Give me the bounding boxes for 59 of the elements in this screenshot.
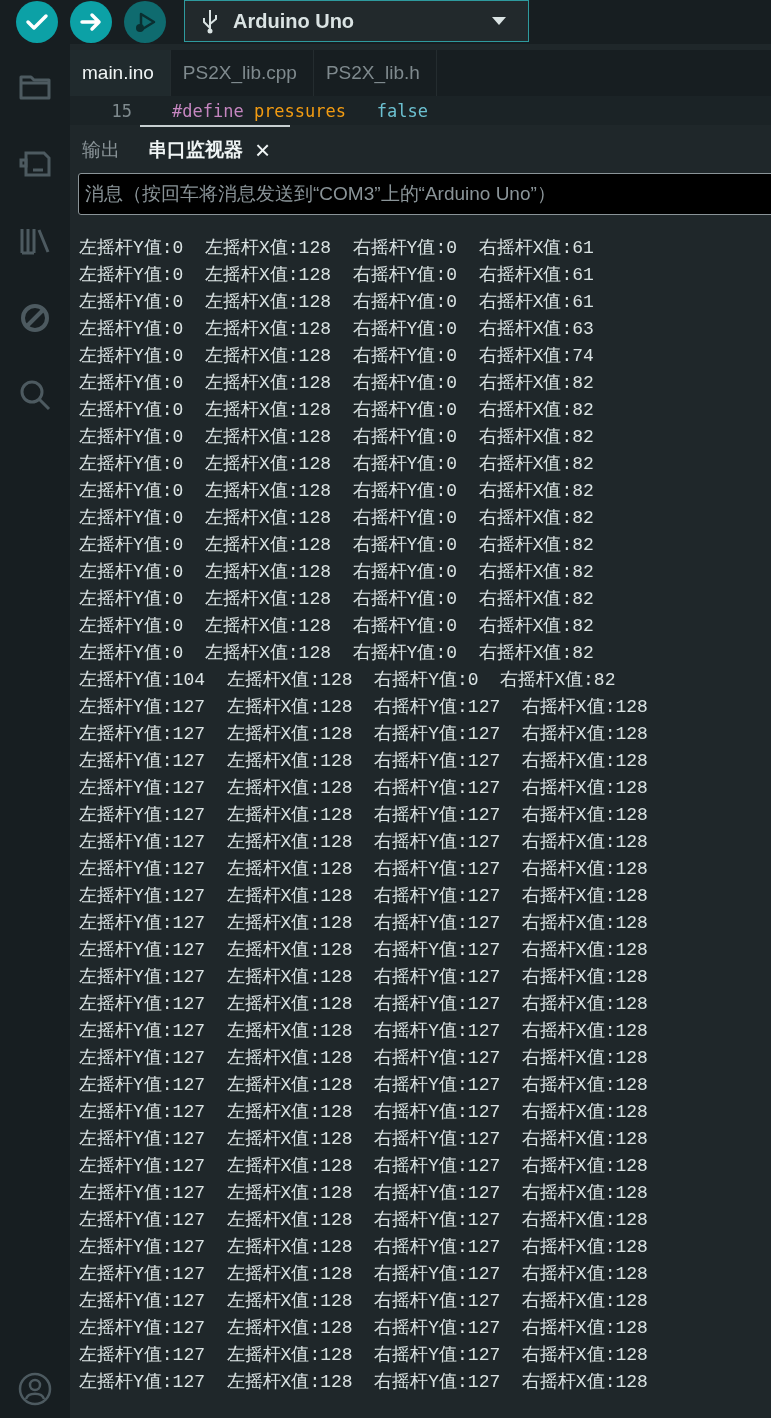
serial-output-line: 左摇杆Y值:127 左摇杆X值:128 右摇杆Y值:127 右摇杆X值:128 [79, 912, 649, 935]
serial-output-line: 左摇杆Y值:0 左摇杆X值:128 右摇杆Y值:0 右摇杆X值:82 [79, 534, 595, 557]
serial-output-line: 左摇杆Y值:127 左摇杆X值:128 右摇杆Y值:127 右摇杆X值:128 [79, 1020, 649, 1043]
serial-output-line: 左摇杆Y值:0 左摇杆X值:128 右摇杆Y值:0 右摇杆X值:82 [79, 426, 595, 449]
panel-tab[interactable]: 输出 [82, 137, 120, 163]
serial-output-line: 左摇杆Y值:127 左摇杆X值:128 右摇杆Y值:127 右摇杆X值:128 [79, 1128, 649, 1151]
serial-output-line: 左摇杆Y值:0 左摇杆X值:128 右摇杆Y值:0 右摇杆X值:82 [79, 453, 595, 476]
line-number: 15 [110, 100, 133, 121]
serial-output-line: 左摇杆Y值:127 左摇杆X值:128 右摇杆Y值:127 右摇杆X值:128 [79, 966, 649, 989]
board-selector[interactable]: Arduino Uno [184, 0, 529, 42]
code-line: #define pressures false [172, 100, 428, 121]
serial-output-line: 左摇杆Y值:127 左摇杆X值:128 右摇杆Y值:127 右摇杆X值:128 [79, 804, 649, 827]
serial-output-line: 左摇杆Y值:0 左摇杆X值:128 右摇杆Y值:0 右摇杆X值:82 [79, 399, 595, 422]
serial-output-line: 左摇杆Y值:0 左摇杆X值:128 右摇杆Y值:0 右摇杆X值:82 [79, 507, 595, 530]
account-icon[interactable] [18, 1372, 52, 1406]
serial-output-line: 左摇杆Y值:127 左摇杆X值:128 右摇杆Y值:127 右摇杆X值:128 [79, 1371, 649, 1394]
serial-output-line: 左摇杆Y值:0 左摇杆X值:128 右摇杆Y值:0 右摇杆X值:63 [79, 318, 595, 341]
no-entry-icon[interactable] [18, 301, 52, 335]
serial-output-line: 左摇杆Y值:127 左摇杆X值:128 右摇杆Y值:127 右摇杆X值:128 [79, 831, 649, 854]
file-tab[interactable]: main.ino [70, 50, 171, 96]
serial-output-line: 左摇杆Y值:0 左摇杆X值:128 右摇杆Y值:0 右摇杆X值:61 [79, 237, 595, 260]
serial-output-line: 左摇杆Y值:127 左摇杆X值:128 右摇杆Y值:127 右摇杆X值:128 [79, 1155, 649, 1178]
serial-output-line: 左摇杆Y值:127 左摇杆X值:128 右摇杆Y值:127 右摇杆X值:128 [79, 1263, 649, 1286]
serial-output-line: 左摇杆Y值:0 左摇杆X值:128 右摇杆Y值:0 右摇杆X值:82 [79, 615, 595, 638]
serial-output-line: 左摇杆Y值:127 左摇杆X值:128 右摇杆Y值:127 右摇杆X值:128 [79, 885, 649, 908]
serial-output-line: 左摇杆Y值:0 左摇杆X值:128 右摇杆Y值:0 右摇杆X值:61 [79, 291, 595, 314]
scrollbar-thumb[interactable] [140, 125, 290, 127]
serial-output-line: 左摇杆Y值:127 左摇杆X值:128 右摇杆Y值:127 右摇杆X值:128 [79, 1074, 649, 1097]
dropdown-caret-icon [492, 17, 506, 25]
message-field[interactable]: 消息（按回车将消息发送到“COM3”上的“Arduino Uno”） [78, 173, 771, 215]
serial-output-line: 左摇杆Y值:127 左摇杆X值:128 右摇杆Y值:127 右摇杆X值:128 [79, 1236, 649, 1259]
serial-output-line: 左摇杆Y值:104 左摇杆X值:128 右摇杆Y值:0 右摇杆X值:82 [79, 669, 617, 692]
serial-output-line: 左摇杆Y值:0 左摇杆X值:128 右摇杆Y值:0 右摇杆X值:82 [79, 561, 595, 584]
serial-output-line: 左摇杆Y值:0 左摇杆X值:128 右摇杆Y值:0 右摇杆X值:74 [79, 345, 595, 368]
verify-button[interactable] [16, 1, 58, 43]
panel-tab[interactable]: 串口监视器 × [148, 137, 271, 163]
serial-output-line: 左摇杆Y值:127 左摇杆X值:128 右摇杆Y值:127 右摇杆X值:128 [79, 1317, 649, 1340]
serial-output-line: 左摇杆Y值:127 左摇杆X值:128 右摇杆Y值:127 右摇杆X值:128 [79, 993, 649, 1016]
serial-output-line: 左摇杆Y值:0 左摇杆X值:128 右摇杆Y值:0 右摇杆X值:82 [79, 372, 595, 395]
serial-output-line: 左摇杆Y值:0 左摇杆X值:128 右摇杆Y值:0 右摇杆X值:82 [79, 588, 595, 611]
serial-output-line: 左摇杆Y值:127 左摇杆X值:128 右摇杆Y值:127 右摇杆X值:128 [79, 1209, 649, 1232]
close-icon[interactable]: × [255, 137, 271, 163]
search-icon[interactable] [18, 378, 52, 412]
serial-output-line: 左摇杆Y值:0 左摇杆X值:128 右摇杆Y值:0 右摇杆X值:61 [79, 264, 595, 287]
serial-output-line: 左摇杆Y值:127 左摇杆X值:128 右摇杆Y值:127 右摇杆X值:128 [79, 1182, 649, 1205]
serial-output-line: 左摇杆Y值:127 左摇杆X值:128 右摇杆Y值:127 右摇杆X值:128 [79, 777, 649, 800]
serial-output-line: 左摇杆Y值:127 左摇杆X值:128 右摇杆Y值:127 右摇杆X值:128 [79, 939, 649, 962]
usb-icon [201, 8, 219, 34]
serial-output-line: 左摇杆Y值:127 左摇杆X值:128 右摇杆Y值:127 右摇杆X值:128 [79, 696, 649, 719]
serial-output-line: 左摇杆Y值:127 左摇杆X值:128 右摇杆Y值:127 右摇杆X值:128 [79, 858, 649, 881]
serial-output-line: 左摇杆Y值:0 左摇杆X值:128 右摇杆Y值:0 右摇杆X值:82 [79, 642, 595, 665]
serial-output-line: 左摇杆Y值:127 左摇杆X值:128 右摇杆Y值:127 右摇杆X值:128 [79, 1101, 649, 1124]
serial-output-line: 左摇杆Y值:127 左摇杆X值:128 右摇杆Y值:127 右摇杆X值:128 [79, 750, 649, 773]
serial-output-line: 左摇杆Y值:127 左摇杆X值:128 右摇杆Y值:127 右摇杆X值:128 [79, 1344, 649, 1367]
serial-output-line: 左摇杆Y值:127 左摇杆X值:128 右摇杆Y值:127 右摇杆X值:128 [79, 1047, 649, 1070]
serial-output-line: 左摇杆Y值:127 左摇杆X值:128 右摇杆Y值:127 右摇杆X值:128 [79, 723, 649, 746]
serial-output-line: 左摇杆Y值:0 左摇杆X值:128 右摇杆Y值:0 右摇杆X值:82 [79, 480, 595, 503]
upload-button[interactable] [70, 1, 112, 43]
serial-output-line: 左摇杆Y值:127 左摇杆X值:128 右摇杆Y值:127 右摇杆X值:128 [79, 1290, 649, 1313]
